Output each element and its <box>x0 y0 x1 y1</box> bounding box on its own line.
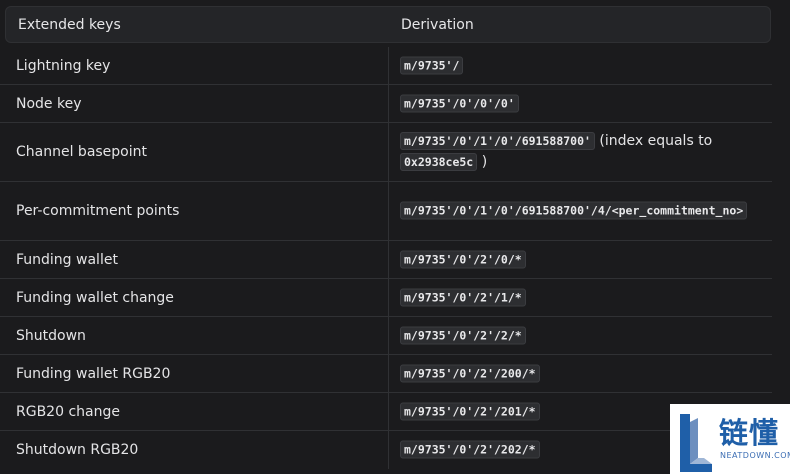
row-label: Funding wallet <box>16 251 118 268</box>
row-label: Lightning key <box>16 57 111 74</box>
column-divider <box>388 182 389 240</box>
logo-chinese-text: 链懂 <box>719 416 780 450</box>
index-hex-code: 0x2938ce5c <box>400 153 478 171</box>
column-divider <box>388 279 389 316</box>
column-divider <box>388 393 389 430</box>
column-divider <box>388 431 389 469</box>
table-row: Funding wallet RGB20 m/9735'/0'/2'/200/* <box>0 355 772 393</box>
row-derivation: m/9735'/0'/2'/2/* <box>400 325 760 346</box>
row-label: Channel basepoint <box>16 144 148 160</box>
row-derivation: m/9735'/0'/2'/200/* <box>400 363 760 384</box>
row-label: Shutdown <box>16 327 86 344</box>
table-row: Funding wallet change m/9735'/0'/2'/1/* <box>0 279 772 317</box>
column-divider <box>388 85 389 122</box>
row-label: Per-commitment points <box>16 203 180 219</box>
table-row: RGB20 change m/9735'/0'/2'/201/* <box>0 393 772 431</box>
column-divider <box>388 123 389 181</box>
header-extended-keys: Extended keys <box>18 17 121 33</box>
table-row: Shutdown RGB20 m/9735'/0'/2'/202/* <box>0 431 772 469</box>
row-label: Node key <box>16 95 82 112</box>
row-derivation: m/9735'/0'/0'/0' <box>400 93 760 114</box>
table-header: Extended keys Derivation <box>5 6 771 43</box>
logo-mark-icon <box>680 414 712 472</box>
row-derivation: m/9735'/0'/2'/0/* <box>400 249 760 270</box>
derivation-note-close: ) <box>477 154 488 170</box>
derivation-note: (index equals to <box>594 133 713 149</box>
header-derivation: Derivation <box>401 17 474 33</box>
row-label: RGB20 change <box>16 403 120 420</box>
column-divider <box>388 241 389 278</box>
derivation-code: m/9735'/0'/2'/2/* <box>400 326 526 344</box>
row-label: Shutdown RGB20 <box>16 442 139 458</box>
row-derivation: m/9735'/0'/2'/1/* <box>400 287 760 308</box>
table-row: Lightning key m/9735'/ <box>0 47 772 85</box>
derivation-code: m/9735'/0'/2'/202/* <box>400 440 540 459</box>
table-body: Lightning key m/9735'/ Node key m/9735'/… <box>0 47 772 469</box>
derivation-code: m/9735'/0'/1'/0'/691588700'/4/<per_commi… <box>400 201 748 220</box>
table-row: Node key m/9735'/0'/0'/0' <box>0 85 772 123</box>
derivation-code: m/9735'/0'/2'/0/* <box>400 250 526 268</box>
derivation-code: m/9735'/0'/2'/200/* <box>400 364 540 382</box>
row-derivation: m/9735'/0'/1'/0'/691588700' (index equal… <box>400 131 760 173</box>
table-row: Channel basepoint m/9735'/0'/1'/0'/69158… <box>0 123 772 182</box>
derivation-code: m/9735'/0'/2'/201/* <box>400 402 540 420</box>
derivation-code: m/9735'/0'/0'/0' <box>400 94 519 112</box>
column-divider <box>388 355 389 392</box>
table-row: Shutdown m/9735'/0'/2'/2/* <box>0 317 772 355</box>
logo-domain-text: NEATDOWN.COM <box>720 451 790 460</box>
row-derivation: m/9735'/ <box>400 55 760 76</box>
row-label: Funding wallet RGB20 <box>16 365 171 382</box>
derivation-code: m/9735'/0'/2'/1/* <box>400 288 526 306</box>
column-divider <box>388 47 389 84</box>
derivation-code: m/9735'/ <box>400 56 464 74</box>
table-row: Per-commitment points m/9735'/0'/1'/0'/6… <box>0 182 772 241</box>
derivation-code: m/9735'/0'/1'/0'/691588700' <box>400 132 595 150</box>
table-row: Funding wallet m/9735'/0'/2'/0/* <box>0 241 772 279</box>
column-divider <box>388 317 389 354</box>
row-label: Funding wallet change <box>16 289 174 306</box>
row-derivation: m/9735'/0'/1'/0'/691588700'/4/<per_commi… <box>400 201 760 222</box>
watermark-logo: 链懂 NEATDOWN.COM <box>670 404 790 474</box>
